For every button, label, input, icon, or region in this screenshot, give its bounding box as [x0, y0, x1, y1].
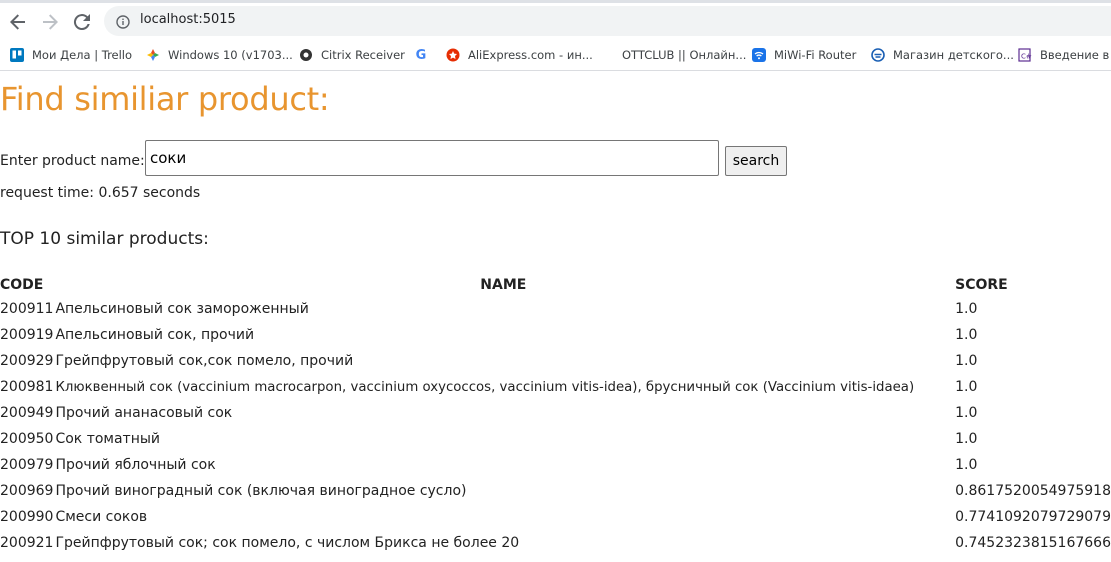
product-name-input[interactable]: [145, 140, 719, 176]
cell-score: 1.0: [955, 457, 978, 473]
bookmark-aliexpress[interactable]: AliExpress.com - ин...: [446, 46, 593, 64]
table-row: 200919 Апельсиновый сок, прочий 1.0: [0, 322, 1111, 348]
cell-name: Прочий ананасовый сок: [55, 405, 233, 421]
cell-score: 1.0: [955, 353, 978, 369]
cell-score: 1.0: [955, 301, 978, 317]
cell-code: 200979: [0, 457, 54, 473]
column-header-code: CODE: [0, 277, 44, 293]
table-row: 200949 Прочий ананасовый сок 1.0: [0, 400, 1111, 426]
cell-code: 200981: [0, 379, 54, 395]
trello-icon: [10, 48, 24, 62]
cell-score: 1.0: [955, 379, 978, 395]
site-info-icon[interactable]: [116, 14, 130, 33]
cell-code: 200919: [0, 327, 54, 343]
cell-code: 200990: [0, 509, 54, 525]
cell-code: 200911: [0, 301, 54, 317]
cell-score: 1.0: [955, 327, 978, 343]
table-row: 200979 Прочий яблочный сок 1.0: [0, 452, 1111, 478]
forward-button[interactable]: [38, 10, 62, 34]
results-table: CODE NAME SCORE 200911 Апельсиновый сок з…: [0, 274, 1111, 556]
cell-name: Смеси соков: [55, 509, 148, 525]
request-time-text: request time: 0.657 seconds: [0, 185, 201, 201]
cell-score: 1.0: [955, 431, 978, 447]
citrix-icon: [299, 48, 313, 62]
windows-icon: [146, 48, 160, 62]
cell-score: 0.7741092079729079: [955, 509, 1111, 525]
cell-score: 1.0: [955, 405, 978, 421]
bookmark-ottclub[interactable]: OTTCLUB || Онлайн...: [600, 46, 746, 64]
results-heading: TOP 10 similar products:: [0, 229, 209, 249]
page-content: Find similiar product: Enter product nam…: [0, 72, 1111, 562]
tab-strip-edge: [0, 0, 1111, 3]
bookmark-trello[interactable]: Мои Дела | Trello: [10, 46, 132, 64]
table-row: 200981 Клюквенный сок (vaccinium macrocar…: [0, 374, 1111, 400]
bookmark-label: Citrix Receiver: [321, 48, 405, 62]
csharp-icon: C#: [1018, 48, 1032, 62]
cell-name: Апельсиновый сок, прочий: [55, 327, 255, 343]
ottclub-icon: [600, 48, 614, 62]
table-row: 200911 Апельсиновый сок замороженный 1.0: [0, 296, 1111, 322]
cell-code: 200929: [0, 353, 54, 369]
aliexpress-icon: [446, 48, 460, 62]
search-button[interactable]: search: [725, 146, 787, 176]
back-button[interactable]: [6, 10, 30, 34]
column-header-score: SCORE: [955, 277, 1008, 293]
bookmark-csharp[interactable]: C# Введение в V: [1018, 46, 1111, 64]
table-row: 200969 Прочий виноградный сок (включая ви…: [0, 478, 1111, 504]
bookmark-label: OTTCLUB || Онлайн...: [622, 48, 747, 62]
arrow-right-icon: [43, 14, 58, 30]
cell-code: 200921: [0, 535, 54, 551]
page-title: Find similiar product:: [0, 80, 330, 118]
bookmark-label: Мои Дела | Trello: [32, 48, 133, 62]
table-row: 200990 Смеси соков 0.7741092079729079: [0, 504, 1111, 530]
bookmark-miwifi[interactable]: MiWi-Fi Router: [752, 46, 856, 64]
table-header-row: CODE NAME SCORE: [0, 274, 1111, 296]
bookmark-label: MiWi-Fi Router: [774, 48, 857, 62]
bookmark-label: Введение в V: [1040, 48, 1111, 62]
url-text[interactable]: localhost:5015: [140, 12, 236, 27]
cell-code: 200949: [0, 405, 54, 421]
cell-name: Прочий яблочный сок: [55, 457, 216, 473]
svg-text:C#: C#: [1021, 53, 1032, 61]
table-row: 200929 Грейпфрутовый сок,сок помело, проч…: [0, 348, 1111, 374]
table-row: 200921 Грейпфрутовый сок; сок помело, с ч…: [0, 530, 1111, 556]
cell-name: Клюквенный сок (vaccinium macrocarpon, v…: [55, 379, 915, 395]
cell-code: 200969: [0, 483, 54, 499]
cell-score: 0.7452323815167666: [955, 535, 1111, 551]
wifi-icon: [752, 48, 766, 62]
bookmark-label: Windows 10 (v1703...: [168, 48, 293, 62]
google-icon: G: [415, 47, 427, 63]
arrow-left-icon: [10, 14, 25, 30]
shop-icon: [871, 48, 885, 62]
bookmark-shop[interactable]: Магазин детского...: [871, 46, 1014, 64]
address-bar[interactable]: localhost:5015: [104, 6, 1111, 36]
cell-name: Грейпфрутовый сок; сок помело, с числом …: [55, 535, 520, 551]
reload-icon: [73, 14, 90, 31]
table-row: 200950 Сок томатный 1.0: [0, 426, 1111, 452]
cell-name: Грейпфрутовый сок,сок помело, прочий: [55, 353, 354, 369]
reload-button[interactable]: [70, 10, 94, 34]
cell-name: Прочий виноградный сок (включая виноград…: [55, 483, 467, 499]
bookmark-label: Магазин детского...: [893, 48, 1014, 62]
bookmarks-bar: Мои Дела | Trello Windows 10 (v1703... C…: [0, 40, 1111, 71]
cell-score: 0.8617520054975918: [955, 483, 1111, 499]
cell-name: Сок томатный: [55, 431, 161, 447]
bookmark-label: AliExpress.com - ин...: [468, 48, 593, 62]
bookmark-google[interactable]: G: [414, 46, 436, 64]
column-header-name: NAME: [480, 277, 527, 293]
cell-code: 200950: [0, 431, 54, 447]
bookmark-windows[interactable]: Windows 10 (v1703...: [146, 46, 293, 64]
bookmark-citrix[interactable]: Citrix Receiver: [299, 46, 405, 64]
product-name-label: Enter product name:: [0, 153, 145, 169]
cell-name: Апельсиновый сок замороженный: [55, 301, 309, 317]
browser-toolbar: localhost:5015: [0, 0, 1111, 40]
